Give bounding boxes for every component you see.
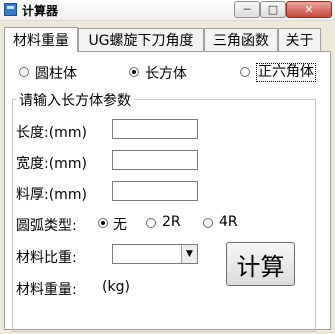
window-title: 计算器 — [22, 4, 59, 18]
width-input[interactable] — [112, 150, 198, 170]
density-select[interactable]: ▼ — [112, 244, 198, 264]
thickness-input[interactable] — [112, 181, 198, 201]
width-label: 宽度:(mm) — [16, 156, 87, 172]
close-button[interactable]: ✕ — [286, 1, 332, 18]
radio-hexagonal-prism[interactable] — [240, 67, 250, 77]
radio-hexagonal-prism-label: 正六角体 — [256, 63, 316, 82]
radio-arc-none[interactable] — [98, 218, 108, 228]
calculator-app-icon — [4, 3, 17, 16]
tab-ug-helix-angle[interactable]: UG螺旋下刀角度 — [78, 28, 204, 51]
radio-arc-4r[interactable] — [203, 218, 213, 228]
parameters-group-title: 请输入长方体参数 — [16, 90, 134, 110]
thickness-label: 料厚:(mm) — [16, 187, 87, 203]
tab-material-weight[interactable]: 材料重量 — [4, 27, 78, 52]
radio-arc-4r-label: 4R — [219, 214, 238, 230]
weight-unit: (kg) — [102, 279, 130, 295]
density-label: 材料比重: — [16, 250, 77, 266]
maximize-button[interactable]: □ — [260, 1, 286, 18]
minimize-button[interactable]: ─ — [234, 1, 260, 18]
calculate-button[interactable]: 计算 — [226, 242, 295, 286]
radio-cylinder[interactable] — [19, 67, 29, 77]
radio-arc-none-label: 无 — [113, 217, 127, 233]
radio-cylinder-label: 圆柱体 — [35, 66, 77, 82]
length-input[interactable] — [112, 119, 198, 139]
length-label: 长度:(mm) — [16, 125, 87, 141]
radio-cuboid-label: 长方体 — [145, 66, 187, 82]
dropdown-arrow-icon[interactable]: ▼ — [181, 245, 197, 263]
radio-arc-2r-label: 2R — [162, 214, 181, 230]
tab-trigonometry[interactable]: 三角函数 — [204, 28, 278, 51]
arc-type-label: 圆弧类型: — [16, 218, 77, 234]
title-bar: 计算器 ─ □ ✕ — [0, 0, 335, 21]
radio-cuboid[interactable] — [129, 67, 139, 77]
weight-label: 材料重量: — [16, 282, 77, 298]
radio-arc-2r[interactable] — [146, 218, 156, 228]
tab-about[interactable]: 关于 — [278, 28, 321, 51]
